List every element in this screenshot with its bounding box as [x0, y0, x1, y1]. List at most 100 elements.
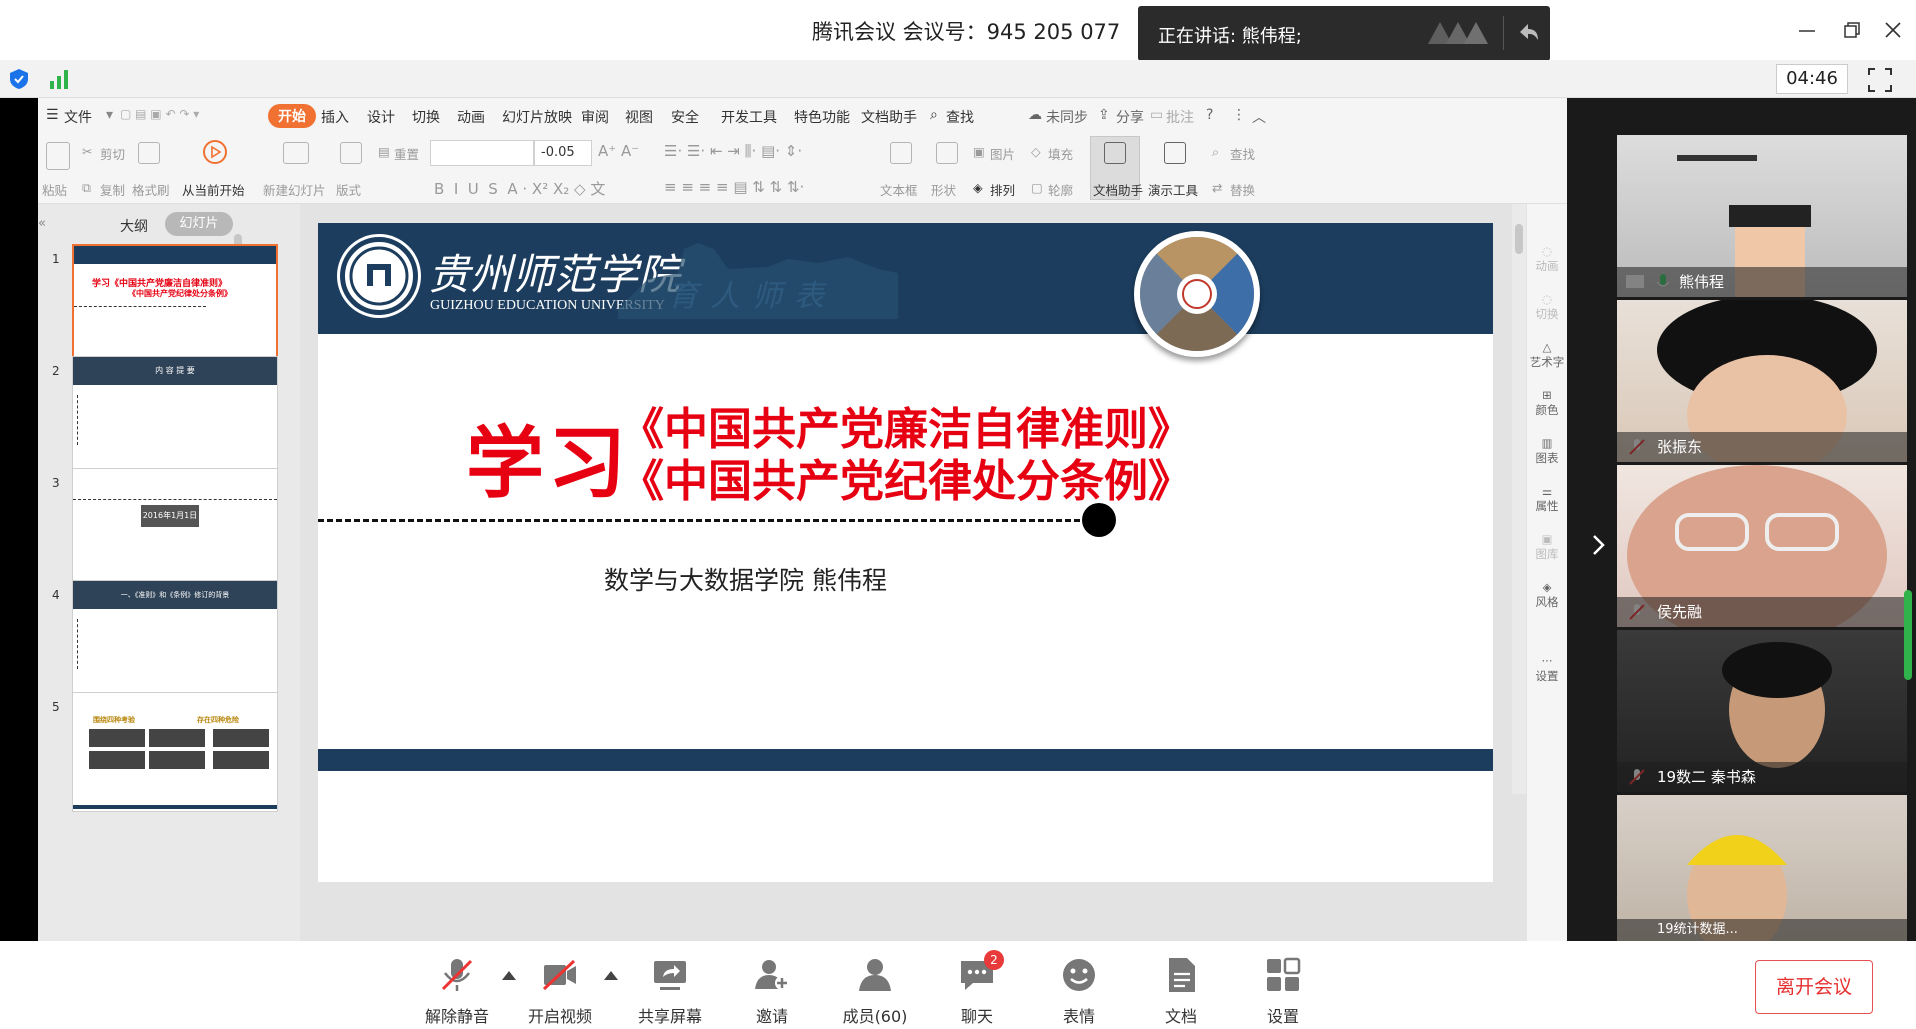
text-format-icons[interactable]: B I U S A · X² X₂ ◇ 文 [434, 178, 605, 199]
find-button[interactable]: 查找 [1230, 144, 1255, 163]
share-icon[interactable]: ⇪ [1098, 107, 1110, 123]
find-icon[interactable]: ⌕ [1212, 144, 1219, 160]
cut-button[interactable]: 剪切 [100, 144, 125, 163]
format-painter-button[interactable]: 格式刷 [132, 180, 170, 199]
canvas-scrollbar[interactable] [1512, 204, 1526, 794]
meeting-id-label[interactable]: 腾讯会议 会议号：945 205 077 [812, 16, 1120, 46]
slide-thumbnail-5[interactable]: 围绕四种考验 存在四种危险 [72, 692, 278, 812]
panel-wordart[interactable]: △ 艺术字 [1527, 340, 1567, 370]
tab-outline[interactable]: 大纲 [120, 216, 148, 236]
copy-button[interactable]: 复制 [100, 180, 125, 199]
shape-button[interactable]: 形状 [931, 180, 956, 199]
replace-button[interactable]: 替换 [1230, 180, 1255, 199]
textbox-icon[interactable] [890, 142, 912, 164]
cloud-sync-icon[interactable]: ☁ [1028, 107, 1042, 123]
hamburger-icon[interactable]: ☰ [46, 107, 59, 123]
participant-scrollbar[interactable] [1904, 590, 1912, 680]
slide-author[interactable]: 数学与大数据学院 熊伟程 [604, 561, 887, 597]
slide-thumbnail-4[interactable]: 一、《准则》和《条例》修订的背景 [72, 580, 278, 700]
slide-title-study[interactable]: 学习 [466, 401, 630, 513]
slide-thumbnail-2[interactable]: 内 容 提 要 [72, 356, 278, 476]
quick-access-toolbar[interactable]: ▢ ▤ ▣ ↶ ↷ ▾ [120, 107, 199, 121]
slide-editing-canvas[interactable]: 贵州师范学院 GUIZHOU EDUCATION UNIVERSITY 育人师表… [300, 204, 1527, 941]
list-format-icons[interactable]: ☰· ☰· ⇤ ⇥ ⫼· ▤· ⇕· [664, 142, 802, 160]
cut-icon[interactable]: ✂ [82, 144, 92, 159]
new-slide-button[interactable]: 新建幻灯片 [263, 180, 326, 199]
fullscreen-icon[interactable] [1866, 66, 1894, 94]
collapse-pane-icon[interactable]: « [38, 216, 46, 231]
panel-gallery[interactable]: ▣ 图库 [1527, 532, 1567, 562]
doc-assistant-icon[interactable] [1104, 142, 1126, 164]
panel-color[interactable]: ⊞ 颜色 [1527, 388, 1567, 418]
font-name-field[interactable] [430, 140, 534, 166]
outline-icon[interactable]: ▢ [1031, 180, 1043, 195]
menu-transition[interactable]: 切换 [412, 107, 440, 127]
sync-status[interactable]: 未同步 [1046, 107, 1088, 127]
leave-meeting-button[interactable]: 离开会议 [1755, 960, 1873, 1014]
chat-button[interactable]: 聊天 [932, 941, 1022, 1029]
slide-title-line2[interactable]: 《中国共产党纪律处分条例》 [620, 445, 1192, 509]
settings-button[interactable]: 设置 [1238, 941, 1328, 1029]
invite-button[interactable]: 邀请 [727, 941, 817, 1029]
signal-icon[interactable] [48, 67, 72, 91]
search-icon[interactable]: ⌕ [930, 107, 938, 123]
font-size-field[interactable]: -0.05 [534, 140, 592, 166]
reset-icon[interactable]: ▤ [378, 144, 390, 159]
copy-icon[interactable]: ⧉ [82, 180, 91, 196]
menu-view[interactable]: 视图 [625, 107, 653, 127]
panel-animation[interactable]: ◌ 动画 [1527, 244, 1567, 274]
reactions-button[interactable]: 表情 [1034, 941, 1124, 1029]
format-painter-icon[interactable] [138, 142, 160, 164]
picture-icon[interactable]: ▣ [973, 144, 985, 159]
menu-animation[interactable]: 动画 [457, 107, 485, 127]
chevron-right-icon[interactable] [1590, 530, 1608, 560]
audio-options-caret[interactable] [502, 971, 516, 980]
menu-doc-assistant[interactable]: 文档助手 [861, 107, 917, 127]
panel-chart[interactable]: ▥ 图表 [1527, 436, 1567, 466]
search-label[interactable]: 查找 [946, 107, 974, 127]
chevron-down-icon[interactable]: ▾ [106, 107, 113, 123]
minimize-icon[interactable] [1791, 14, 1823, 46]
menu-design[interactable]: 设计 [367, 107, 395, 127]
close-icon[interactable] [1877, 14, 1909, 46]
present-tools-button[interactable]: 演示工具 [1148, 180, 1198, 199]
participant-video[interactable]: 侯先融 [1617, 465, 1907, 627]
slide-thumbnail-1[interactable]: 学习《中国共产党廉洁自律准则》 《中国共产党纪律处分条例》 [72, 244, 278, 364]
menu-insert[interactable]: 插入 [321, 107, 349, 127]
panel-transition[interactable]: ◌ 切换 [1527, 292, 1567, 322]
arrange-button[interactable]: 排列 [990, 180, 1015, 199]
participant-video[interactable]: 熊伟程 [1617, 135, 1907, 297]
tab-slides[interactable]: 幻灯片 [165, 212, 233, 236]
annotate-button[interactable]: 批注 [1166, 107, 1194, 127]
picture-button[interactable]: 图片 [990, 144, 1015, 163]
panel-style[interactable]: ◈ 风格 [1527, 580, 1567, 610]
shape-icon[interactable] [936, 142, 958, 164]
menu-review[interactable]: 审阅 [581, 107, 609, 127]
participant-video[interactable]: 19数二 秦书森 [1617, 630, 1907, 792]
paste-icon[interactable] [46, 142, 70, 170]
video-options-caret[interactable] [604, 971, 618, 980]
font-size-increase-icon[interactable]: A⁺ A⁻ [598, 142, 639, 160]
menu-security[interactable]: 安全 [671, 107, 699, 127]
collapse-ribbon-icon[interactable]: ︿ [1252, 107, 1266, 127]
doc-assistant-button[interactable]: 文档助手 [1093, 180, 1143, 199]
menu-slideshow[interactable]: 幻灯片放映 [502, 107, 572, 127]
panel-settings[interactable]: ··· 设置 [1527, 654, 1567, 684]
fill-icon[interactable]: ◇ [1031, 144, 1041, 159]
alignment-icons[interactable]: ≡ ≡ ≡ ≡ ▤ ⇅ ⇅ ⇅· [664, 178, 804, 196]
documents-button[interactable]: 文档 [1136, 941, 1226, 1029]
participant-video[interactable]: 19统计数据... [1617, 795, 1907, 941]
restore-icon[interactable] [1836, 14, 1868, 46]
help-icon[interactable]: ? [1206, 107, 1213, 123]
menu-developer[interactable]: 开发工具 [721, 107, 777, 127]
slide-thumbnail-3[interactable]: 2016年1月1日 [72, 468, 278, 588]
arrange-icon[interactable]: ◈ [973, 180, 983, 195]
play-from-current-button[interactable]: 从当前开始 [182, 180, 245, 199]
return-icon[interactable] [1516, 18, 1542, 48]
unmute-button[interactable]: 解除静音 [412, 941, 502, 1029]
menu-features[interactable]: 特色功能 [794, 107, 850, 127]
play-icon[interactable] [203, 140, 227, 164]
participant-video[interactable]: 张振东 [1617, 300, 1907, 462]
layout-icon[interactable] [340, 142, 362, 164]
textbox-button[interactable]: 文本框 [880, 180, 918, 199]
